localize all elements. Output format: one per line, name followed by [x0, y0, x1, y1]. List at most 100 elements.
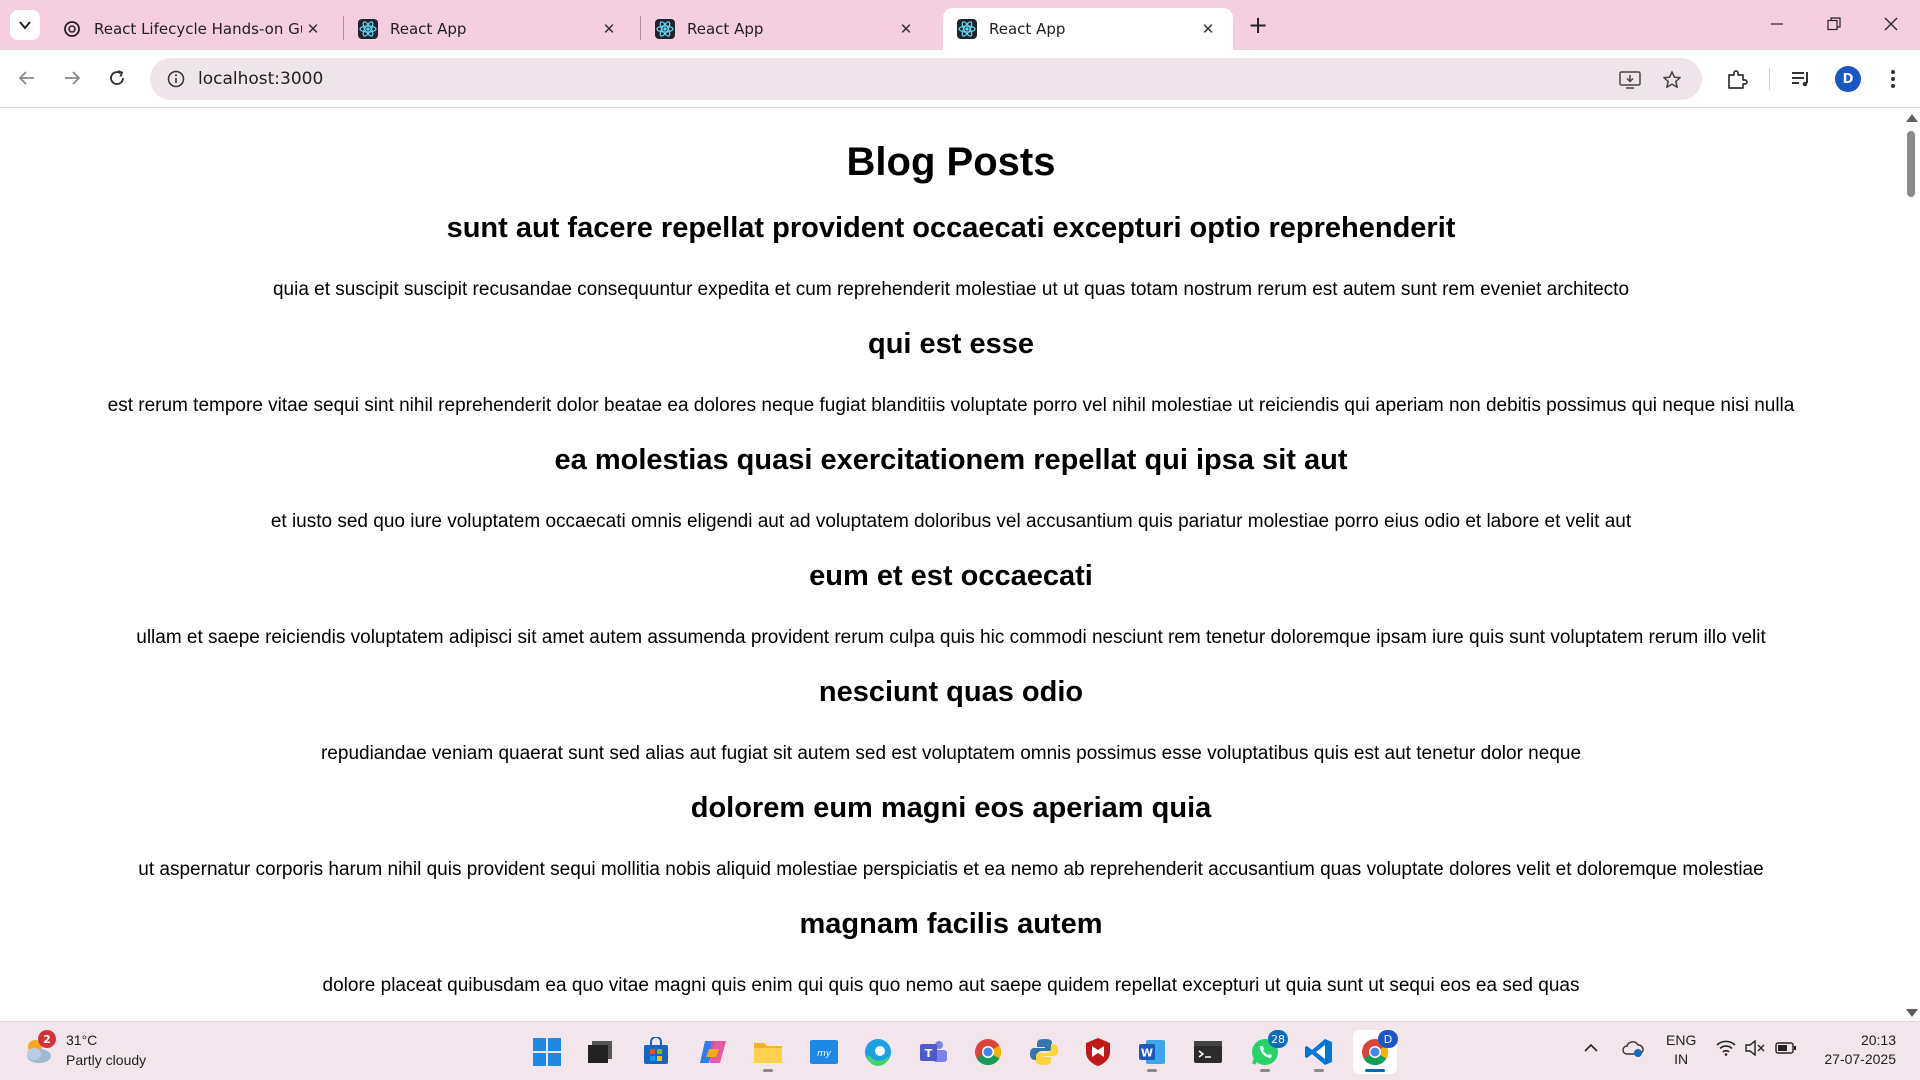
- post-body: dolore placeat quibusdam ea quo vitae ma…: [322, 975, 1580, 996]
- minimize-icon: [1771, 23, 1783, 25]
- tab-react-app-2[interactable]: React App ✕: [641, 8, 931, 50]
- word-button[interactable]: W: [1130, 1030, 1174, 1074]
- media-controls-button[interactable]: [1786, 64, 1816, 94]
- install-app-icon[interactable]: [1618, 68, 1642, 92]
- chatgpt-icon: [62, 19, 82, 39]
- scrollbar-thumb[interactable]: [1907, 131, 1915, 197]
- svg-text:T: T: [925, 1047, 933, 1060]
- tab-strip: React Lifecycle Hands-on Guide ✕ React A…: [0, 0, 1920, 50]
- windows-taskbar: 2 31°C Partly cloudy my T W 28 D ENG IN …: [0, 1021, 1920, 1080]
- close-tab-icon[interactable]: ✕: [895, 18, 917, 40]
- react-icon: [957, 19, 977, 39]
- python-button[interactable]: [1022, 1030, 1066, 1074]
- region-code: IN: [1674, 1051, 1689, 1067]
- weather-condition: Partly cloudy: [66, 1052, 147, 1068]
- arrow-left-icon: [18, 71, 34, 85]
- svg-text:W: W: [1141, 1047, 1153, 1060]
- copilot-button[interactable]: [691, 1030, 735, 1074]
- clock-date: 27-07-2025: [1824, 1051, 1896, 1067]
- plus-icon: +: [1247, 11, 1269, 39]
- show-hidden-icons-button[interactable]: [1583, 1040, 1599, 1060]
- kebab-menu-icon: [1891, 70, 1895, 88]
- vscode-button[interactable]: [1297, 1030, 1341, 1074]
- file-explorer-button[interactable]: [746, 1030, 790, 1074]
- close-tab-icon[interactable]: ✕: [1197, 18, 1219, 40]
- restore-button[interactable]: [1806, 6, 1862, 42]
- browser-menu-button[interactable]: [1878, 64, 1908, 94]
- react-icon: [655, 19, 675, 39]
- cloud-status-icon: [1622, 1041, 1644, 1057]
- profile-badge: D: [1378, 1030, 1398, 1048]
- teams-button[interactable]: T: [911, 1030, 955, 1074]
- scroll-down-arrow-icon[interactable]: [1906, 1009, 1918, 1017]
- page-title: Blog Posts: [846, 140, 1056, 184]
- input-language-button[interactable]: ENG IN: [1666, 1031, 1696, 1069]
- page-scrollbar[interactable]: [1902, 109, 1920, 1021]
- volume-button[interactable]: [1745, 1039, 1765, 1060]
- minimize-button[interactable]: [1749, 6, 1805, 42]
- start-button[interactable]: [525, 1030, 569, 1074]
- back-button[interactable]: [9, 60, 45, 96]
- blog-content: Blog Posts sunt aut facere repellat prov…: [0, 137, 1902, 999]
- tab-react-lifecycle-guide[interactable]: React Lifecycle Hands-on Guide ✕: [48, 8, 338, 50]
- page-viewport: Blog Posts sunt aut facere repellat prov…: [0, 109, 1902, 1021]
- close-window-button[interactable]: [1863, 6, 1919, 42]
- mcafee-icon: [1086, 1038, 1110, 1066]
- site-info-icon[interactable]: [154, 70, 198, 88]
- task-view-icon: [588, 1041, 612, 1063]
- address-bar[interactable]: localhost:3000: [150, 58, 1702, 100]
- running-indicator: [1314, 1069, 1324, 1072]
- task-view-button[interactable]: [578, 1030, 622, 1074]
- reload-button[interactable]: [99, 60, 135, 96]
- battery-button[interactable]: [1775, 1040, 1797, 1060]
- vscode-icon: [1305, 1039, 1332, 1065]
- tab-react-app-active[interactable]: React App ✕: [943, 8, 1233, 50]
- tab-react-app-1[interactable]: React App ✕: [344, 8, 634, 50]
- chrome-button[interactable]: [966, 1030, 1010, 1074]
- chevron-up-icon: [1584, 1043, 1598, 1052]
- edge-button[interactable]: [856, 1030, 900, 1074]
- weather-temp: 31°C: [66, 1032, 98, 1048]
- url-text[interactable]: localhost:3000: [198, 69, 323, 89]
- post-title: dolorem eum magni eos aperiam quia: [690, 792, 1212, 824]
- post-title: nesciunt quas odio: [818, 676, 1084, 708]
- myhp-button[interactable]: my: [802, 1030, 846, 1074]
- post-body: ut aspernatur corporis harum nihil quis …: [138, 859, 1764, 880]
- mcafee-button[interactable]: [1076, 1030, 1120, 1074]
- partly-cloudy-icon: 2: [20, 1030, 56, 1068]
- extensions-button[interactable]: [1722, 64, 1752, 94]
- restore-icon: [1827, 17, 1841, 31]
- scroll-up-arrow-icon[interactable]: [1906, 114, 1918, 122]
- weather-widget[interactable]: 2 31°C Partly cloudy: [20, 1030, 146, 1070]
- python-icon: [1030, 1039, 1058, 1065]
- bookmark-star-icon[interactable]: [1660, 68, 1684, 92]
- post-body: et iusto sed quo iure voluptatem occaeca…: [270, 511, 1632, 532]
- language-code: ENG: [1666, 1032, 1697, 1048]
- tab-search-button[interactable]: [10, 10, 40, 40]
- chrome-icon: [975, 1039, 1002, 1066]
- new-tab-button[interactable]: +: [1243, 10, 1273, 40]
- onedrive-status-button[interactable]: [1622, 1040, 1644, 1062]
- browser-toolbar: localhost:3000: [0, 50, 1920, 108]
- close-tab-icon[interactable]: ✕: [598, 18, 620, 40]
- windows-start-icon: [533, 1038, 561, 1066]
- edge-icon: [865, 1039, 891, 1066]
- post-title: sunt aut facere repellat provident occae…: [446, 212, 1456, 244]
- forward-button[interactable]: [54, 60, 90, 96]
- tab-title: React App: [989, 20, 1066, 38]
- chrome-profile-button[interactable]: D: [1353, 1030, 1398, 1074]
- close-tab-icon[interactable]: ✕: [302, 18, 324, 40]
- network-button[interactable]: [1716, 1040, 1736, 1060]
- playlist-icon: [1792, 72, 1808, 87]
- terminal-button[interactable]: [1186, 1030, 1230, 1074]
- file-explorer-icon: [754, 1043, 782, 1063]
- active-indicator: [1365, 1069, 1385, 1072]
- profile-avatar[interactable]: D: [1835, 66, 1861, 92]
- running-indicator: [1260, 1069, 1270, 1072]
- microsoft-store-button[interactable]: [634, 1030, 678, 1074]
- taskbar-clock[interactable]: 20:13 27-07-2025: [1816, 1031, 1896, 1069]
- post-body: ullam et saepe reiciendis voluptatem adi…: [136, 627, 1766, 648]
- battery-icon: [1775, 1042, 1796, 1054]
- whatsapp-button[interactable]: 28: [1243, 1030, 1288, 1074]
- post-title: qui est esse: [867, 328, 1035, 360]
